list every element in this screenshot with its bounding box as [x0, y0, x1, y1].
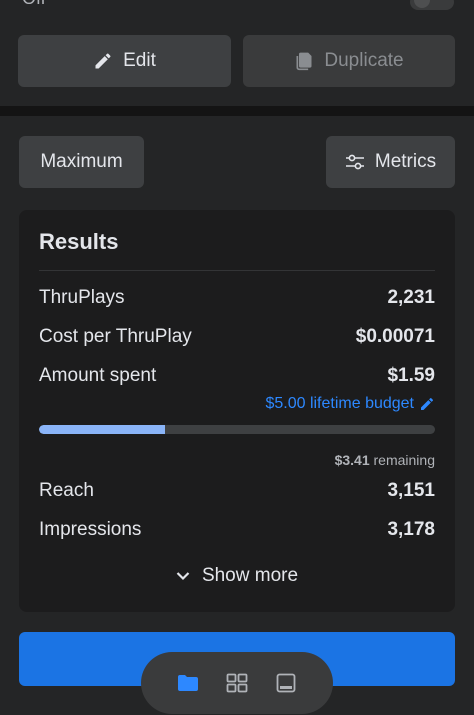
grid-icon[interactable]	[223, 669, 251, 697]
metric-value: 3,151	[387, 480, 435, 501]
metric-label: Cost per ThruPlay	[39, 326, 192, 347]
metric-label: ThruPlays	[39, 287, 125, 308]
maximum-button-label: Maximum	[40, 151, 123, 172]
edit-button[interactable]: Edit	[18, 35, 231, 87]
floating-dock	[141, 652, 333, 714]
results-card: Results ThruPlays 2,231 Cost per ThruPla…	[19, 210, 455, 612]
budget-link-label: $5.00 lifetime budget	[265, 395, 414, 412]
metric-value: 2,231	[387, 287, 435, 308]
app-frame: Off Edit Duplicate Maximum	[0, 0, 474, 715]
lifetime-budget-link[interactable]: $5.00 lifetime budget	[265, 395, 435, 413]
metric-label: Reach	[39, 480, 94, 501]
metrics-button-label: Metrics	[374, 151, 437, 172]
metric-row-impressions: Impressions 3,178	[39, 519, 435, 545]
tablet-icon[interactable]	[272, 669, 300, 697]
chevron-down-icon	[176, 571, 190, 581]
pencil-icon	[419, 396, 435, 412]
budget-remaining: $3.41 remaining	[335, 452, 435, 468]
show-more-label: Show more	[201, 565, 299, 586]
results-title: Results	[39, 229, 119, 254]
edit-button-label: Edit	[123, 50, 156, 71]
budget-progress-bar	[39, 425, 435, 434]
metric-row-reach: Reach 3,151	[39, 480, 435, 506]
copy-icon	[294, 51, 314, 71]
metric-row-cost-per-thruplay: Cost per ThruPlay $0.00071	[39, 326, 435, 352]
duplicate-button-label: Duplicate	[324, 50, 404, 71]
duplicate-button[interactable]: Duplicate	[243, 35, 455, 87]
ad-actions-section: Off Edit Duplicate	[0, 0, 474, 106]
metric-value: 3,178	[387, 519, 435, 540]
section-divider	[0, 106, 474, 116]
status-toggle[interactable]	[410, 0, 454, 10]
metric-label: Amount spent	[39, 365, 157, 386]
toggle-label: Off	[22, 0, 46, 9]
toggle-knob	[414, 0, 430, 8]
results-divider	[39, 270, 435, 271]
remaining-amount: $3.41	[334, 452, 370, 468]
metric-value: $1.59	[387, 365, 435, 386]
metric-row-amount-spent: Amount spent $1.59	[39, 365, 435, 391]
remaining-word: remaining	[373, 452, 435, 468]
metric-label: Impressions	[39, 519, 142, 540]
metric-value: $0.00071	[355, 326, 435, 347]
pencil-icon	[93, 51, 113, 71]
folder-icon[interactable]	[174, 669, 202, 697]
maximum-button[interactable]: Maximum	[19, 136, 144, 188]
metrics-button[interactable]: Metrics	[326, 136, 455, 188]
show-more-button[interactable]: Show more	[19, 565, 455, 587]
sliders-icon	[345, 153, 365, 171]
metric-row-thruplays: ThruPlays 2,231	[39, 287, 435, 313]
budget-progress-fill	[39, 425, 165, 434]
